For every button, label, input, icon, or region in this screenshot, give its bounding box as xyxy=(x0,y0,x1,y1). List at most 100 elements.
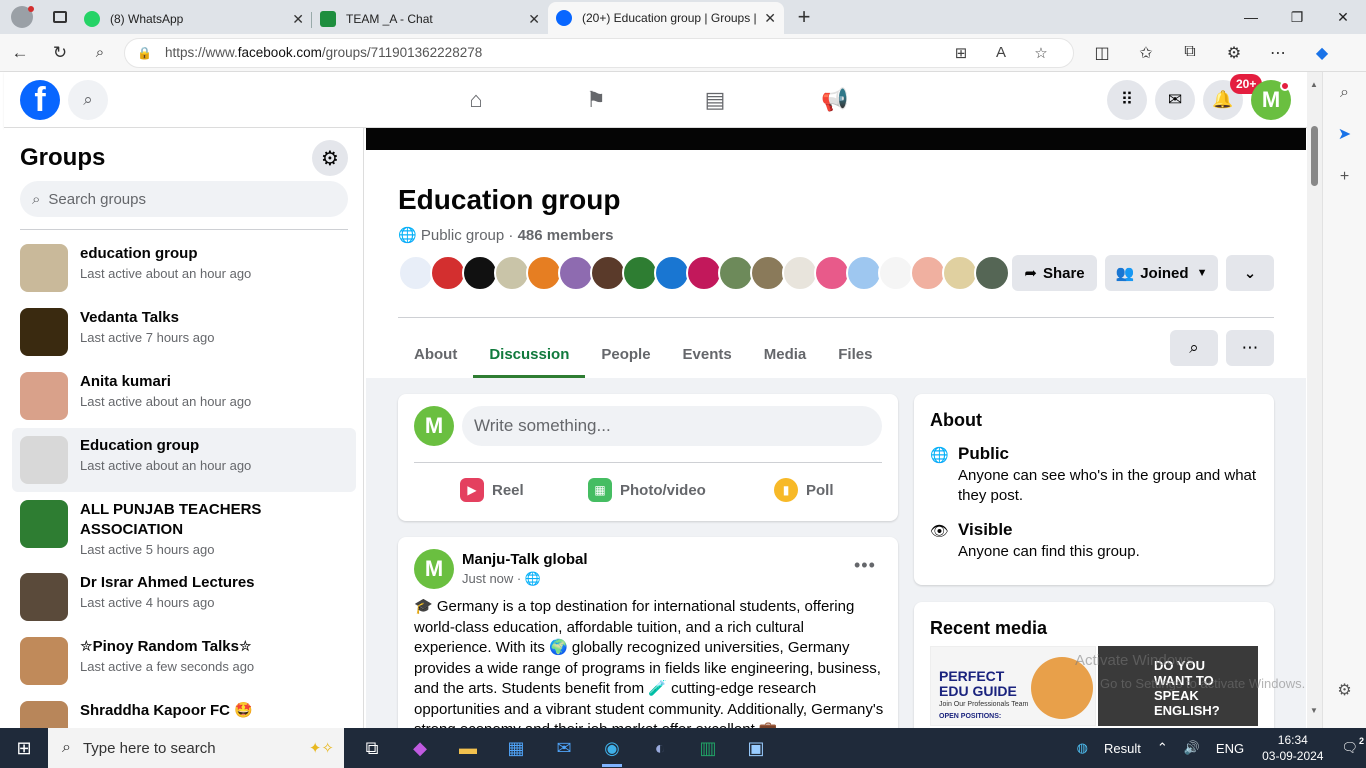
more-options-button[interactable]: ⌄ xyxy=(1226,255,1274,291)
weather-icon[interactable]: ◍ xyxy=(1069,740,1096,756)
member-avatar[interactable] xyxy=(526,255,562,291)
reel-button[interactable]: ▶ Reel xyxy=(460,478,524,502)
task-view-icon[interactable]: ⧉ xyxy=(348,728,396,768)
post-avatar[interactable]: M xyxy=(414,549,454,589)
tray-chevron-icon[interactable]: ⌃ xyxy=(1149,740,1176,756)
add-icon[interactable]: + xyxy=(1323,156,1366,198)
sidebar-group-item[interactable]: Shraddha Kapoor FC 🤩 xyxy=(12,693,356,728)
scroll-down-icon[interactable]: ▼ xyxy=(1310,706,1318,715)
more-menu-icon[interactable]: ⋯ xyxy=(1256,43,1300,63)
member-avatar[interactable] xyxy=(622,255,658,291)
group-privacy[interactable]: Public group xyxy=(421,227,504,244)
back-icon[interactable]: ← xyxy=(0,34,40,72)
close-tab-icon[interactable]: ✕ xyxy=(528,11,540,28)
file-explorer-icon[interactable]: ▬ xyxy=(444,728,492,768)
member-avatar[interactable] xyxy=(558,255,594,291)
composer-avatar[interactable]: M xyxy=(414,406,454,446)
edge-browser-icon[interactable]: ◉ xyxy=(588,728,636,768)
member-avatar[interactable] xyxy=(494,255,530,291)
read-aloud-icon[interactable]: A xyxy=(981,44,1021,61)
member-avatar[interactable] xyxy=(814,255,850,291)
clock[interactable]: 16:34 03-09-2024 xyxy=(1252,732,1333,764)
browser-tab-facebook[interactable]: (20+) Education group | Groups | ✕ xyxy=(548,2,784,34)
minimize-icon[interactable]: — xyxy=(1228,0,1274,34)
store-icon[interactable]: ▦ xyxy=(492,728,540,768)
search-icon[interactable]: ⌕ xyxy=(1323,72,1366,114)
group-more-button[interactable]: ⋯ xyxy=(1226,330,1274,366)
member-avatars[interactable] xyxy=(398,255,1010,291)
favorites-icon[interactable]: ✩ xyxy=(1124,43,1168,63)
excel-icon[interactable]: ▥ xyxy=(684,728,732,768)
notification-center-icon[interactable]: 🗨 2 xyxy=(1333,736,1366,756)
photos-icon[interactable]: ▣ xyxy=(732,728,780,768)
address-bar[interactable]: 🔒 https://www.facebook.com/groups/711901… xyxy=(124,37,1074,68)
close-tab-icon[interactable]: ✕ xyxy=(764,10,776,27)
browser-tab-team-chat[interactable]: TEAM _A - Chat ✕ xyxy=(312,4,548,34)
search-groups-input[interactable]: ⌕ Search groups xyxy=(20,181,348,217)
menu-grid-button[interactable]: ⠿ xyxy=(1107,80,1147,120)
copilot-icon[interactable]: ◆ xyxy=(1300,43,1344,63)
scroll-up-icon[interactable]: ▲ xyxy=(1310,80,1318,89)
scrollbar-thumb[interactable] xyxy=(1311,126,1318,186)
group-members-count[interactable]: 486 members xyxy=(518,227,614,244)
collections-icon[interactable]: ⧉ xyxy=(1168,43,1212,63)
post-author[interactable]: Manju-Talk global xyxy=(462,551,588,568)
tab-about[interactable]: About xyxy=(398,332,473,376)
app-icon[interactable]: ◐ xyxy=(636,728,684,768)
sidebar-group-item[interactable]: Vedanta Talks Last active 7 hours ago xyxy=(12,300,356,364)
tab-events[interactable]: Events xyxy=(667,332,748,376)
sidebar-group-item[interactable]: Dr Israr Ahmed Lectures Last active 4 hou… xyxy=(12,565,356,629)
member-avatar[interactable] xyxy=(462,255,498,291)
windows-start-icon[interactable]: ⊞ xyxy=(0,728,48,768)
facebook-search-button[interactable]: ⌕ xyxy=(68,80,108,120)
browser-tab-whatsapp[interactable]: (8) WhatsApp ✕ xyxy=(76,4,312,34)
extensions-icon[interactable]: ⚙ xyxy=(1212,43,1256,63)
sidebar-group-item[interactable]: Education group Last active about an hour… xyxy=(12,428,356,492)
nav-pages-flag-icon[interactable]: ⚑ xyxy=(540,80,652,120)
nav-home-icon[interactable]: ⌂ xyxy=(420,80,532,120)
member-avatar[interactable] xyxy=(942,255,978,291)
member-avatar[interactable] xyxy=(910,255,946,291)
sidebar-group-item[interactable]: Anita kumari Last active about an hour ag… xyxy=(12,364,356,428)
tab-files[interactable]: Files xyxy=(822,332,888,376)
weather-text[interactable]: Result xyxy=(1096,741,1149,756)
group-search-button[interactable]: ⌕ xyxy=(1170,330,1218,366)
app-available-icon[interactable]: ⊞ xyxy=(941,44,981,62)
member-avatar[interactable] xyxy=(590,255,626,291)
member-avatar[interactable] xyxy=(654,255,690,291)
photo-video-button[interactable]: ▦ Photo/video xyxy=(588,478,706,502)
volume-icon[interactable]: 🔊 xyxy=(1176,740,1208,756)
nav-ads-megaphone-icon[interactable]: 📢 xyxy=(779,80,891,120)
member-avatar[interactable] xyxy=(878,255,914,291)
restore-icon[interactable]: ❐ xyxy=(1274,0,1320,34)
write-something-input[interactable]: Write something... xyxy=(462,406,882,446)
poll-button[interactable]: ▮ Poll xyxy=(774,478,834,502)
group-settings-button[interactable]: ⚙ xyxy=(312,140,348,176)
browser-profile-button[interactable] xyxy=(0,0,44,34)
refresh-icon[interactable]: ↻ xyxy=(40,34,80,72)
facebook-logo-icon[interactable]: f xyxy=(20,80,60,120)
member-avatar[interactable] xyxy=(398,255,434,291)
member-avatar[interactable] xyxy=(430,255,466,291)
joined-button[interactable]: 👥 Joined ▼ xyxy=(1105,255,1218,291)
member-avatar[interactable] xyxy=(718,255,754,291)
tab-media[interactable]: Media xyxy=(748,332,823,376)
page-scrollbar[interactable]: ▲ ▼ xyxy=(1307,72,1322,728)
member-avatar[interactable] xyxy=(686,255,722,291)
split-screen-icon[interactable]: ◫ xyxy=(1080,43,1124,63)
nav-dashboard-icon[interactable]: ▤ xyxy=(659,80,771,120)
post-more-icon[interactable]: ••• xyxy=(854,555,876,576)
taskbar-search-input[interactable]: ⌕ Type here to search ✦✧ xyxy=(48,728,344,768)
tab-discussion[interactable]: Discussion xyxy=(473,332,586,378)
member-avatar[interactable] xyxy=(974,255,1010,291)
search-icon[interactable]: ⌕ xyxy=(80,34,120,72)
new-tab-button[interactable]: + xyxy=(784,0,824,34)
close-tab-icon[interactable]: ✕ xyxy=(292,11,304,28)
messenger-button[interactable]: ✉ xyxy=(1155,80,1195,120)
settings-icon[interactable]: ⚙ xyxy=(1323,670,1366,712)
close-window-icon[interactable]: ✕ xyxy=(1320,0,1366,34)
mail-icon[interactable]: ✉ xyxy=(540,728,588,768)
send-icon[interactable]: ➤ xyxy=(1323,114,1366,156)
member-avatar[interactable] xyxy=(846,255,882,291)
member-avatar[interactable] xyxy=(750,255,786,291)
